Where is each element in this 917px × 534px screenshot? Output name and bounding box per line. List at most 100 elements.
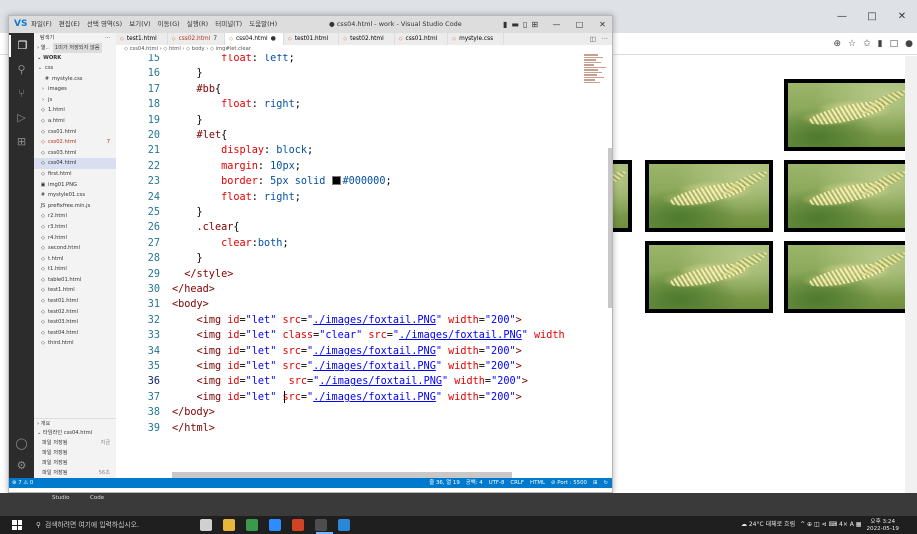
file-tree-item[interactable]: ◇ r4.html xyxy=(34,233,116,244)
menu-go[interactable]: 이동(G) xyxy=(158,16,180,33)
code-line[interactable]: <img id="let" src="./images/foxtail.PNG"… xyxy=(172,374,528,389)
notifications-icon[interactable]: ↻ xyxy=(603,478,608,488)
file-tree-item[interactable]: ◇ test01.html xyxy=(34,296,116,307)
code-line[interactable]: <img id="let" class="clear" src="./image… xyxy=(172,328,565,343)
file-tree-item[interactable]: › js xyxy=(34,95,116,106)
editor-tab[interactable]: ◇ css04.html ● xyxy=(225,33,284,45)
code-line[interactable]: <img id="let" src="./images/foxtail.PNG"… xyxy=(172,344,522,359)
code-line[interactable]: } xyxy=(172,113,203,128)
close-icon[interactable]: ✕ xyxy=(591,16,612,33)
outline-section[interactable]: › 개요 xyxy=(34,418,116,428)
zoom-icon[interactable] xyxy=(269,519,281,531)
code-line[interactable]: </body> xyxy=(172,405,215,420)
editor-tab[interactable]: ◇ test1.html xyxy=(116,33,168,45)
code-line[interactable]: .clear{ xyxy=(172,220,240,235)
file-tree-item[interactable]: ◇ second.html xyxy=(34,243,116,254)
sidebar-icon[interactable]: ▮ xyxy=(878,33,883,55)
file-tree-item[interactable]: ◇ r2.html xyxy=(34,211,116,222)
desktop-icon-label[interactable]: Code xyxy=(90,495,104,501)
code-line[interactable]: float: left; xyxy=(172,54,295,66)
minimize-icon[interactable]: — xyxy=(827,0,857,33)
extensions-icon[interactable]: ⊞ xyxy=(9,131,34,153)
code-editor[interactable]: 15 float: left; 16 } 17 #bb{18 float: righ… xyxy=(116,54,586,474)
minimize-icon[interactable]: — xyxy=(545,16,568,33)
tab-status-icon[interactable]: ● xyxy=(271,33,276,45)
file-tree-item[interactable]: › images xyxy=(34,84,116,95)
code-line[interactable]: clear:both; xyxy=(172,236,289,251)
file-tree-item[interactable]: ◇ third.html xyxy=(34,338,116,349)
file-tree-item[interactable]: ◇ test02.html xyxy=(34,307,116,318)
indentation[interactable]: 공백: 4 xyxy=(466,478,483,488)
file-tree-item[interactable]: ◇ t1.html xyxy=(34,264,116,275)
code-line[interactable]: <img id="let" src="./images/foxtail.PNG"… xyxy=(172,313,522,328)
editor-tab[interactable]: ◇ css01.html xyxy=(395,33,449,45)
editor-tab[interactable]: ◇ test02.html xyxy=(339,33,395,45)
maximize-icon[interactable]: □ xyxy=(568,16,591,33)
vscode-icon[interactable] xyxy=(338,519,350,531)
share-icon[interactable]: ☆ xyxy=(848,33,856,55)
toggle-sidebar-icon[interactable]: ▮ xyxy=(503,16,507,33)
code-line[interactable]: } xyxy=(172,66,203,81)
file-tree-item[interactable]: ◇ table01.html xyxy=(34,275,116,286)
editor-tab[interactable]: ◇ css02.html 7 xyxy=(168,33,226,45)
more-actions-icon[interactable]: ··· xyxy=(105,33,110,43)
code-line[interactable]: <img id="let" src="./images/foxtail.PNG"… xyxy=(172,359,522,374)
menu-view[interactable]: 보기(V) xyxy=(129,16,150,33)
timeline-item[interactable]: 파일 저장됨 56초 xyxy=(34,468,116,478)
code-line[interactable]: margin: 10px; xyxy=(172,159,301,174)
chrome-icon[interactable] xyxy=(246,519,258,531)
file-tree-item[interactable]: ◇ css03.html xyxy=(34,148,116,159)
code-line[interactable]: } xyxy=(172,251,203,266)
line-ending[interactable]: CRLF xyxy=(510,478,524,488)
tab-status-icon[interactable]: 7 xyxy=(213,33,217,45)
problems-indicator[interactable]: ⊗ 7 ⚠ 0 xyxy=(12,478,33,488)
timeline-section[interactable]: ⌄ 타임라인 css04.html xyxy=(34,428,116,438)
code-line[interactable]: </html> xyxy=(172,421,215,436)
file-tree-item[interactable]: ▣ img01.PNG xyxy=(34,180,116,191)
file-tree-item[interactable]: JS prefixfree.min.js xyxy=(34,201,116,212)
menu-selection[interactable]: 선택 영역(S) xyxy=(87,16,122,33)
desktop-icon-label[interactable]: Studio xyxy=(52,495,70,501)
editor-tab[interactable]: ◇ test01.html xyxy=(284,33,340,45)
explorer-icon[interactable]: ❐ xyxy=(9,35,34,57)
code-line[interactable]: </style> xyxy=(172,267,233,282)
file-tree-item[interactable]: ◇ test03.html xyxy=(34,317,116,328)
code-line[interactable]: } xyxy=(172,205,203,220)
code-line[interactable]: <body> xyxy=(172,297,209,312)
toggle-panel-icon[interactable]: ▬ xyxy=(511,16,519,33)
powerpoint-icon[interactable] xyxy=(292,519,304,531)
code-line[interactable]: #bb{ xyxy=(172,82,222,97)
minimap[interactable] xyxy=(584,54,608,114)
breadcrumb[interactable]: ◇ css04.html › ◇ html › ◇ body › ◇ img#l… xyxy=(116,45,612,54)
code-line[interactable]: <img id="let" src="./images/foxtail.PNG"… xyxy=(172,390,522,405)
file-tree-item[interactable]: ◇ css01.html xyxy=(34,127,116,138)
windows-start-icon[interactable] xyxy=(12,520,22,530)
taskbar-search-box[interactable]: ⚲ 검색하려면 여기에 입력하십시오. xyxy=(30,516,190,534)
weather-widget[interactable]: ☁ 24°C 대체로 흐림 xyxy=(741,516,795,534)
code-line[interactable]: #let{ xyxy=(172,128,228,143)
file-tree-item[interactable]: ◇ a.html xyxy=(34,116,116,127)
timeline-item[interactable]: 파일 저장됨 지금 xyxy=(34,438,116,448)
source-control-icon[interactable]: ⑂ xyxy=(9,83,34,105)
file-tree-item[interactable]: # mystyle.css xyxy=(34,74,116,85)
timeline-item[interactable]: 파일 저장됨 xyxy=(34,448,116,458)
task-view-icon[interactable] xyxy=(200,519,212,531)
file-tree-item[interactable]: ◇ test1.html xyxy=(34,285,116,296)
tab-icon[interactable]: □ xyxy=(890,33,899,55)
menu-help[interactable]: 도움말(H) xyxy=(249,16,277,33)
timeline-item[interactable]: 파일 저장됨 xyxy=(34,458,116,468)
file-tree-item[interactable]: ◇ css04.html xyxy=(34,158,116,169)
feedback-icon[interactable]: ⊞ xyxy=(593,478,598,488)
workspace-folder[interactable]: ⌄ WORK xyxy=(34,53,116,63)
code-line[interactable]: display: block; xyxy=(172,143,313,158)
vertical-scrollbar[interactable] xyxy=(608,148,612,308)
file-tree-item[interactable]: ◇ 1.html xyxy=(34,105,116,116)
file-tree-item[interactable]: ◇ t.html xyxy=(34,254,116,265)
browser-scrollbar[interactable] xyxy=(905,56,917,516)
settings-gear-icon[interactable]: ⚙ xyxy=(9,455,34,477)
file-tree-item[interactable]: ◇ r3.html xyxy=(34,222,116,233)
toggle-secondary-sidebar-icon[interactable]: ▯ xyxy=(523,16,527,33)
file-tree-item[interactable]: ⌄ css xyxy=(34,63,116,74)
more-actions-icon[interactable]: ··· xyxy=(602,33,608,45)
file-tree-item[interactable]: ◇ css02.html 7 xyxy=(34,137,116,148)
